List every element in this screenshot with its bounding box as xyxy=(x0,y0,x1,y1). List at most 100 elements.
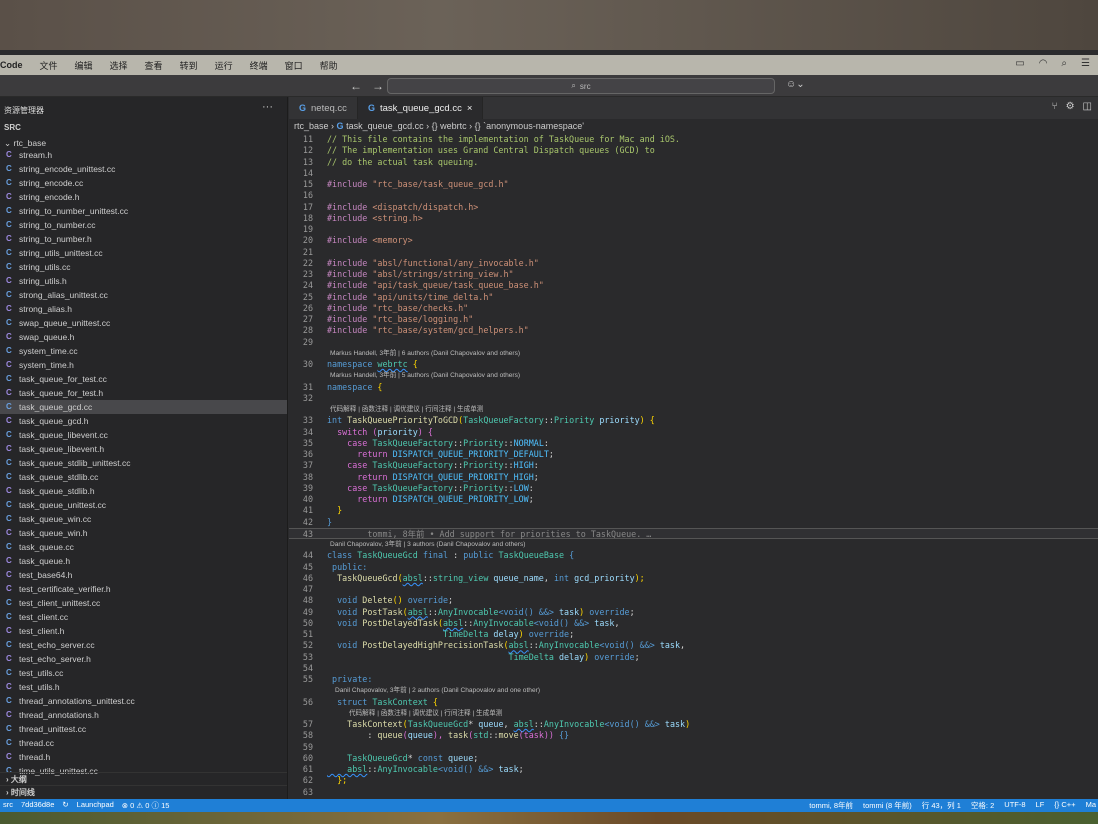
status-author[interactable]: tommi (8 年前) xyxy=(863,800,912,811)
file-item[interactable]: Ctest_utils.h xyxy=(0,680,287,694)
file-item[interactable]: Ctask_queue_gcd.cc xyxy=(0,400,287,414)
file-item[interactable]: Cstring_utils_unittest.cc xyxy=(0,246,287,260)
file-item[interactable]: Cswap_queue_unittest.cc xyxy=(0,316,287,330)
codelens[interactable]: Markus Handell, 3年前 | 6 authors (Danil C… xyxy=(289,348,1098,359)
file-item[interactable]: Ctask_queue.h xyxy=(0,554,287,568)
file-item[interactable]: Ctask_queue_for_test.cc xyxy=(0,372,287,386)
menu-item[interactable]: 文件 xyxy=(40,59,58,72)
file-item[interactable]: Cthread_annotations_unittest.cc xyxy=(0,694,287,708)
codelens[interactable]: 代码解释 | 函数注释 | 调优建议 | 行间注释 | 生成单测 xyxy=(289,404,1098,415)
file-item[interactable]: Cstring_to_number.h xyxy=(0,232,287,246)
file-item[interactable]: Ctask_queue_libevent.cc xyxy=(0,428,287,442)
codelens[interactable]: Danil Chapovalov, 3年前 | 2 authors (Danil… xyxy=(289,685,1098,696)
file-item[interactable]: Cthread_unittest.cc xyxy=(0,722,287,736)
file-item[interactable]: Cstring_to_number_unittest.cc xyxy=(0,204,287,218)
file-item[interactable]: Cthread.cc xyxy=(0,736,287,750)
menu-item[interactable]: 运行 xyxy=(215,59,233,72)
menu-app[interactable]: Code xyxy=(0,60,23,70)
file-item[interactable]: Ctask_queue_libevent.h xyxy=(0,442,287,456)
file-item[interactable]: Csystem_time.h xyxy=(0,358,287,372)
menu-item[interactable]: 窗口 xyxy=(285,59,303,72)
back-button[interactable]: ← xyxy=(350,79,362,93)
git-compare-icon[interactable]: ⑂ xyxy=(1052,101,1058,112)
crumb-file[interactable]: task_queue_gcd.cc xyxy=(346,121,424,131)
status-problems[interactable]: ⊗ 0 ⚠ 0 ⓘ 15 xyxy=(122,800,170,811)
file-item[interactable]: Ctest_utils.cc xyxy=(0,666,287,680)
status-more[interactable]: Ma xyxy=(1086,800,1096,811)
tab-neteq[interactable]: Gneteq.cc xyxy=(289,97,358,119)
line-number: 62 xyxy=(289,775,313,786)
status-launchpad[interactable]: Launchpad xyxy=(77,800,114,811)
file-item[interactable]: Ctask_queue_stdlib.h xyxy=(0,484,287,498)
file-item[interactable]: Cthread.h xyxy=(0,750,287,764)
file-item[interactable]: Cstring_encode.h xyxy=(0,190,287,204)
close-tab-button[interactable]: × xyxy=(467,103,473,114)
settings-icon[interactable]: ⚙ xyxy=(1066,101,1075,112)
status-indentation[interactable]: 空格: 2 xyxy=(971,800,994,811)
file-item[interactable]: Cstring_utils.cc xyxy=(0,260,287,274)
file-item[interactable]: Ctask_queue.cc xyxy=(0,540,287,554)
file-item[interactable]: Cstrong_alias.h xyxy=(0,302,287,316)
menu-item[interactable]: 终端 xyxy=(250,59,268,72)
line-number: 20 xyxy=(289,235,313,246)
code-editor[interactable]: 11// This file contains the implementati… xyxy=(289,134,1098,798)
status-cursor-position[interactable]: 行 43，列 1 xyxy=(922,800,961,811)
wifi-icon[interactable]: ◠ xyxy=(1039,58,1048,69)
file-item[interactable]: Cstring_encode.cc xyxy=(0,176,287,190)
file-item[interactable]: Ctask_queue_gcd.h xyxy=(0,414,287,428)
file-item[interactable]: Ctest_client.h xyxy=(0,624,287,638)
command-center-search[interactable]: ⌕src xyxy=(387,78,775,94)
status-sync[interactable]: ↻ xyxy=(62,800,68,811)
file-item[interactable]: Ctask_queue_unittest.cc xyxy=(0,498,287,512)
menu-item[interactable]: 查看 xyxy=(145,59,163,72)
copilot-icon[interactable]: ☺⌄ xyxy=(786,79,805,90)
status-encoding[interactable]: UTF-8 xyxy=(1004,800,1025,811)
split-editor-icon[interactable]: ◫ xyxy=(1083,101,1092,112)
code-token: "rtc_base/system/gcd_helpers.h" xyxy=(372,325,528,335)
status-blame[interactable]: tommi, 8年前 xyxy=(809,800,853,811)
file-item[interactable]: Cthread_annotations.h xyxy=(0,708,287,722)
menu-item[interactable]: 编辑 xyxy=(75,59,93,72)
status-language[interactable]: {} C++ xyxy=(1054,800,1075,811)
code-token: task xyxy=(660,640,680,650)
crumb-folder[interactable]: rtc_base xyxy=(294,121,329,131)
file-item[interactable]: Ctest_client.cc xyxy=(0,610,287,624)
file-item[interactable]: Cstring_to_number.cc xyxy=(0,218,287,232)
file-item[interactable]: Ctest_client_unittest.cc xyxy=(0,596,287,610)
file-item[interactable]: Cstring_encode_unittest.cc xyxy=(0,162,287,176)
file-item[interactable]: Cswap_queue.h xyxy=(0,330,287,344)
battery-icon[interactable]: ▭ xyxy=(1015,58,1024,69)
file-item[interactable]: Ctest_echo_server.h xyxy=(0,652,287,666)
file-item[interactable]: Ctask_queue_win.h xyxy=(0,526,287,540)
file-item[interactable]: Cstream.h xyxy=(0,148,287,162)
file-item[interactable]: Cstrong_alias_unittest.cc xyxy=(0,288,287,302)
more-actions-button[interactable]: ··· xyxy=(262,101,273,113)
search-icon[interactable]: ⌕ xyxy=(1061,58,1067,69)
file-item[interactable]: Ctest_base64.h xyxy=(0,568,287,582)
tab-task-queue-gcd[interactable]: Gtask_queue_gcd.cc× xyxy=(358,97,483,119)
codelens[interactable]: 代码解释 | 函数注释 | 调优建议 | 行间注释 | 生成单测 xyxy=(289,708,1098,719)
control-center-icon[interactable]: ☰ xyxy=(1081,58,1090,69)
file-item[interactable]: Ctask_queue_win.cc xyxy=(0,512,287,526)
file-item[interactable]: Ctest_echo_server.cc xyxy=(0,638,287,652)
file-item[interactable]: Cstring_utils.h xyxy=(0,274,287,288)
status-remote[interactable]: src xyxy=(3,800,13,811)
status-branch[interactable]: 7dd36d8e xyxy=(21,800,54,811)
menu-item[interactable]: 帮助 xyxy=(320,59,338,72)
file-item[interactable]: Ctask_queue_stdlib.cc xyxy=(0,470,287,484)
file-item[interactable]: Csystem_time.cc xyxy=(0,344,287,358)
file-item[interactable]: Ctask_queue_for_test.h xyxy=(0,386,287,400)
codelens[interactable]: Markus Handell, 3年前 | 5 authors (Danil C… xyxy=(289,370,1098,381)
outline-section[interactable]: › 大纲 xyxy=(0,772,287,785)
crumb-anon-namespace[interactable]: {} `anonymous-namespace' xyxy=(475,121,584,131)
file-item[interactable]: Ctest_certificate_verifier.h xyxy=(0,582,287,596)
crumb-namespace[interactable]: {} webrtc xyxy=(432,121,467,131)
timeline-section[interactable]: › 时间线 xyxy=(0,785,287,798)
forward-button[interactable]: → xyxy=(372,79,384,93)
menu-item[interactable]: 选择 xyxy=(110,59,128,72)
menu-item[interactable]: 转到 xyxy=(180,59,198,72)
codelens[interactable]: Danil Chapovalov, 3年前 | 3 authors (Danil… xyxy=(289,539,1098,550)
workspace-root[interactable]: SRC xyxy=(4,123,21,132)
file-item[interactable]: Ctask_queue_stdlib_unittest.cc xyxy=(0,456,287,470)
status-eol[interactable]: LF xyxy=(1036,800,1045,811)
